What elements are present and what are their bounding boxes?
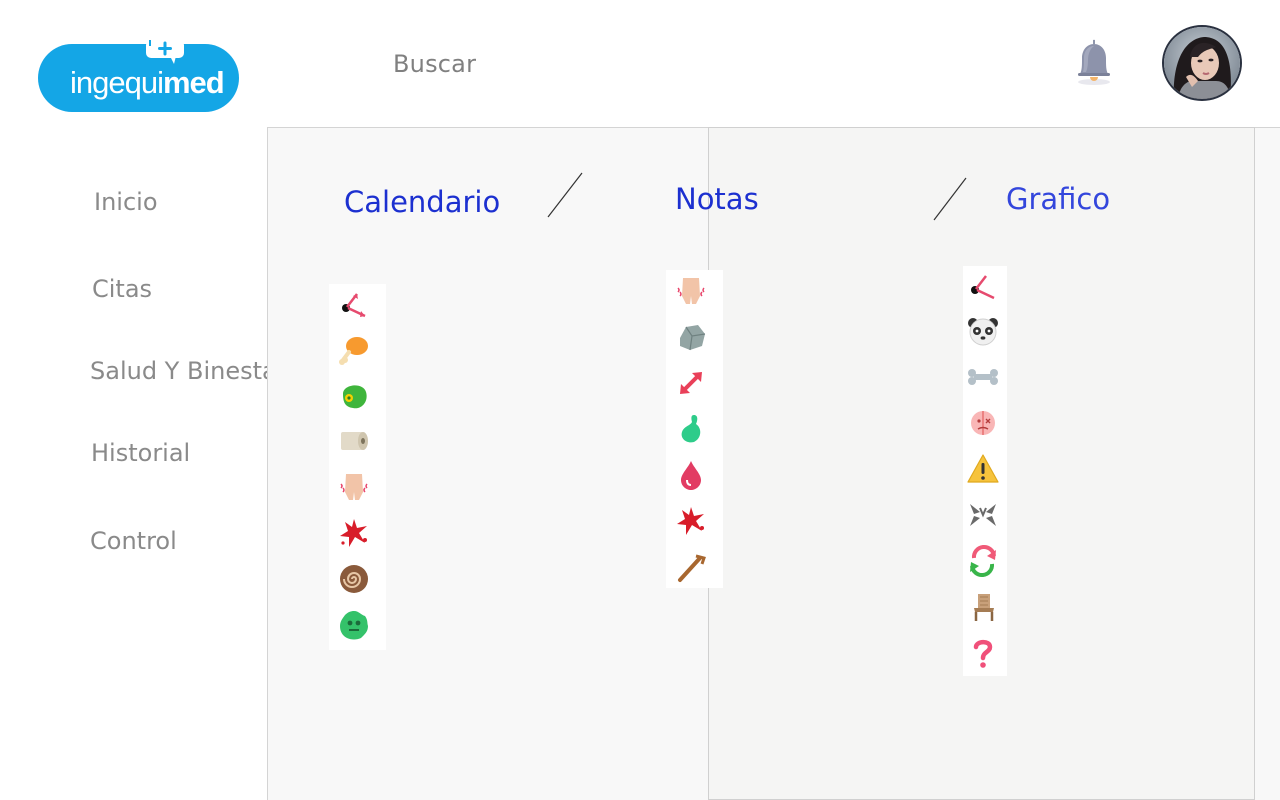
- chicken-leg-icon[interactable]: [337, 332, 371, 366]
- broken-icon[interactable]: [966, 498, 1000, 532]
- chat-plus-icon: [146, 40, 184, 64]
- cell-icon[interactable]: [337, 378, 371, 412]
- chair-icon[interactable]: [966, 590, 1000, 624]
- tab-separator: [547, 172, 583, 218]
- profile-photo: [1164, 27, 1240, 99]
- calendario-icon-list: [329, 284, 386, 650]
- rock-icon[interactable]: [674, 320, 708, 354]
- tab-grafico[interactable]: Grafico: [1006, 182, 1110, 216]
- sick-face-icon[interactable]: [966, 406, 1000, 440]
- tab-separator: [933, 177, 967, 221]
- clock-hands-icon[interactable]: [337, 286, 371, 320]
- virus-icon[interactable]: [337, 608, 371, 642]
- stick-icon[interactable]: [674, 550, 708, 584]
- brand-logo[interactable]: ingequimed: [38, 40, 239, 112]
- notas-icon-list: [666, 270, 723, 588]
- body-ache-icon[interactable]: [674, 274, 708, 308]
- tab-calendario[interactable]: Calendario: [344, 185, 500, 219]
- bell-icon[interactable]: [1072, 36, 1116, 88]
- search-link[interactable]: Buscar: [393, 50, 476, 78]
- tab-notas[interactable]: Notas: [675, 182, 759, 216]
- warning-icon[interactable]: [966, 452, 1000, 486]
- grafico-icon-list: [963, 266, 1007, 676]
- brand-wordmark: ingequimed: [70, 65, 225, 100]
- expand-arrows-icon[interactable]: [674, 366, 708, 400]
- toilet-paper-icon[interactable]: [337, 424, 371, 458]
- app-page: ingequimed Buscar Inicio Citas Salud Y B…: [0, 0, 1280, 800]
- green-drop-icon[interactable]: [674, 412, 708, 446]
- body-ache-icon[interactable]: [337, 470, 371, 504]
- sidebar-item-citas[interactable]: Citas: [92, 275, 152, 303]
- blood-drop-icon[interactable]: [674, 458, 708, 492]
- sidebar-item-salud-y-binestar[interactable]: Salud Y Binestar: [90, 357, 287, 385]
- sidebar-item-historial[interactable]: Historial: [91, 439, 190, 467]
- refresh-icon[interactable]: [966, 544, 1000, 578]
- blood-splat-icon[interactable]: [674, 504, 708, 538]
- question-icon[interactable]: [966, 636, 1000, 670]
- avatar[interactable]: [1162, 25, 1242, 101]
- clock-hands-icon[interactable]: [966, 268, 1000, 302]
- spiral-icon[interactable]: [337, 562, 371, 596]
- panda-icon[interactable]: [966, 314, 1000, 348]
- blood-splat-icon[interactable]: [337, 516, 371, 550]
- sidebar-item-inicio[interactable]: Inicio: [94, 188, 158, 216]
- bone-icon[interactable]: [966, 360, 1000, 394]
- sidebar-item-control[interactable]: Control: [90, 527, 177, 555]
